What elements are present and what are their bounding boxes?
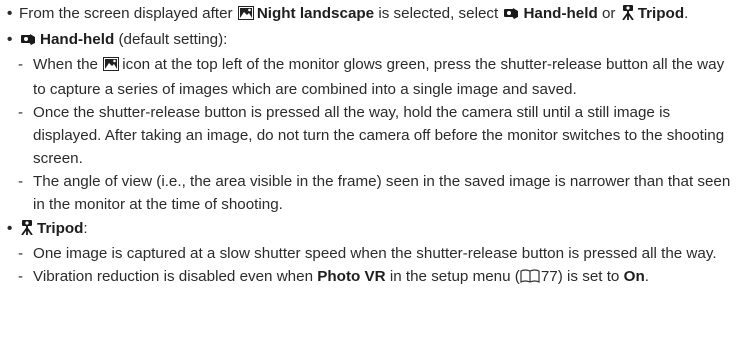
- tripod-icon: [20, 219, 34, 242]
- night-landscape-icon: [237, 4, 254, 27]
- page-reference[interactable]: 77: [541, 268, 558, 285]
- bullet-marker: •: [7, 220, 13, 237]
- hand-held-heading: Hand-held: [40, 31, 115, 48]
- night-landscape-icon: [103, 55, 120, 78]
- hand-held-label: Hand-held: [523, 5, 598, 22]
- hand-held-default-note: (default setting):: [118, 31, 228, 48]
- bullet-select-mode: • From the screen displayed after Night …: [4, 2, 737, 27]
- sub-item: - The angle of view (i.e., the area visi…: [18, 173, 731, 213]
- book-reference-icon: [520, 267, 540, 290]
- bullet-tripod: • Tripod:: [4, 217, 737, 242]
- night-landscape-label: Night landscape: [256, 5, 375, 22]
- on-value: On: [623, 268, 645, 285]
- manual-page: • From the screen displayed after Night …: [0, 0, 745, 290]
- hand-held-icon: [20, 30, 37, 53]
- photo-vr-label: Photo VR: [317, 268, 386, 285]
- sub-item: - Once the shutter-release button is pre…: [18, 104, 725, 167]
- hand-held-icon: [503, 4, 520, 27]
- bullet-text: From the screen displayed after Night la…: [19, 2, 737, 27]
- sub-item: - Vibration reduction is disabled even w…: [18, 265, 737, 290]
- bullet-marker: •: [7, 5, 13, 22]
- bullet-hand-held: • Hand-held (default setting):: [4, 28, 737, 53]
- bullet-marker: •: [7, 31, 13, 48]
- tripod-icon: [621, 4, 635, 27]
- sub-item: - One image is captured at a slow shutte…: [18, 245, 717, 262]
- tripod-heading: Tripod: [37, 220, 84, 237]
- sub-item: - When the icon at the top left of the m…: [18, 55, 725, 98]
- tripod-label: Tripod: [637, 5, 685, 22]
